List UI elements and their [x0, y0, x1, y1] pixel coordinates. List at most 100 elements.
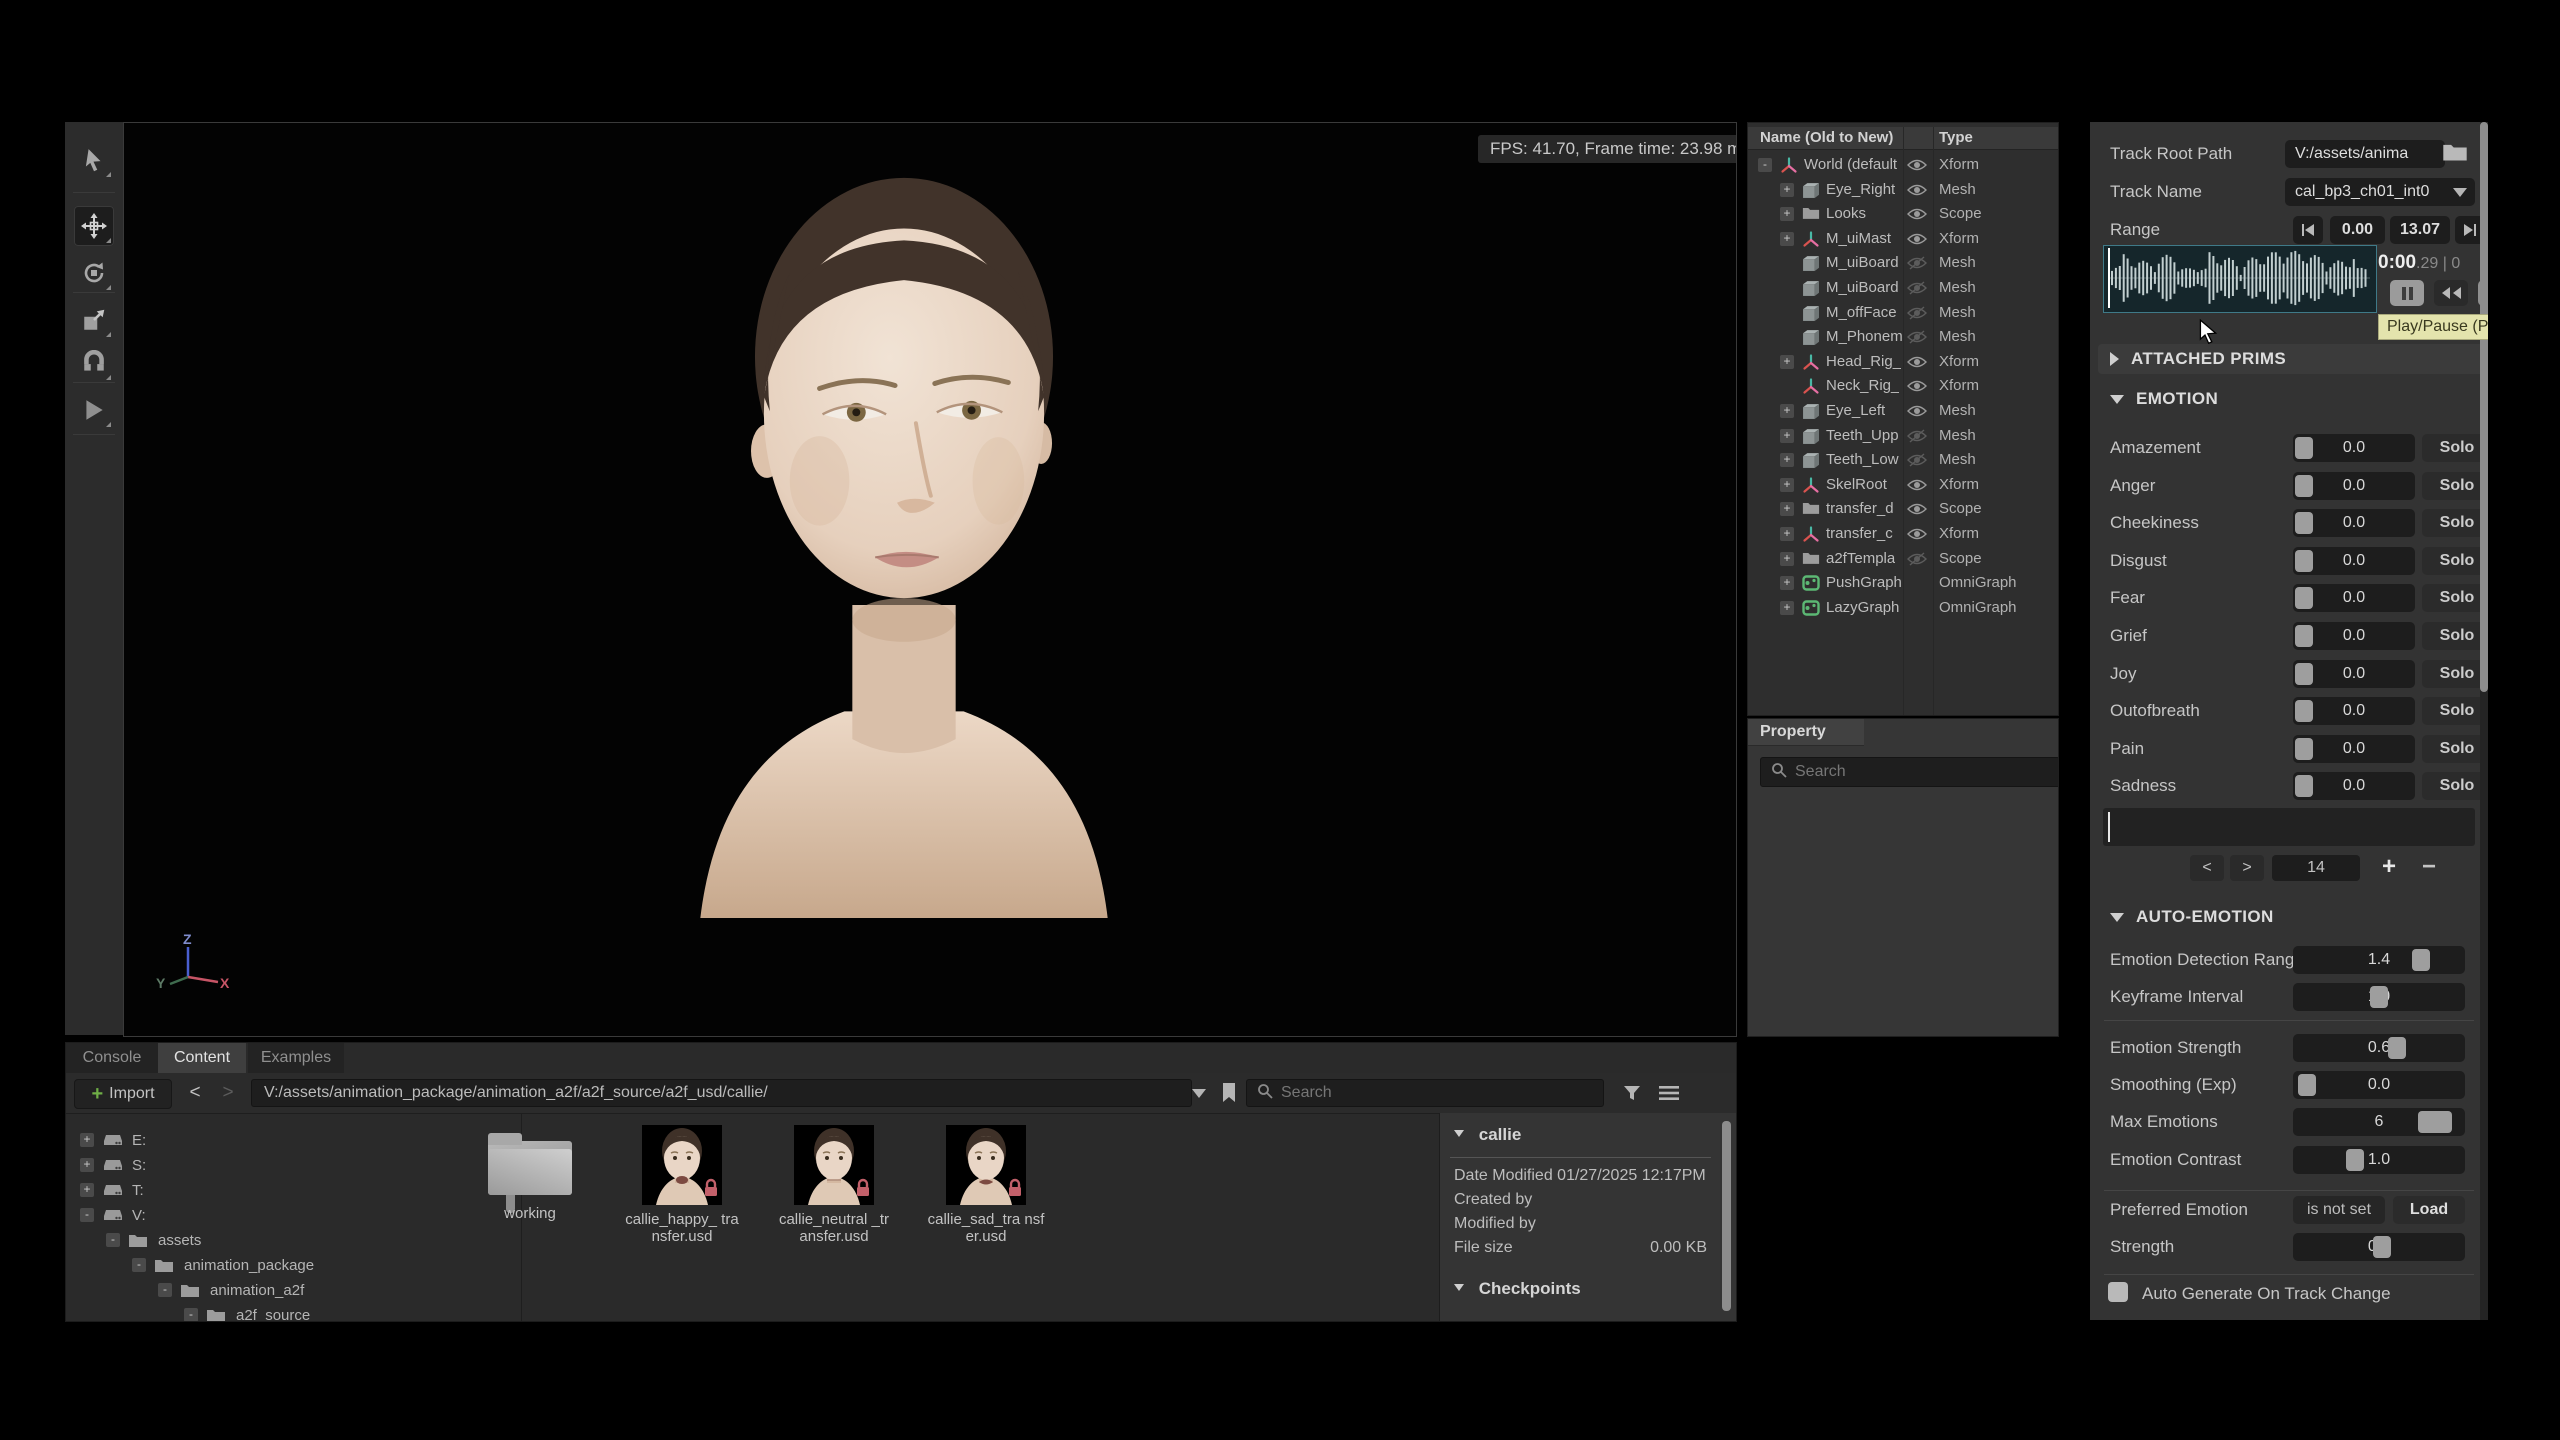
emotion-slider-disgust[interactable]: 0.0: [2293, 547, 2415, 575]
auto-emotion-slider[interactable]: 6: [2293, 1108, 2465, 1136]
stage-tree-row[interactable]: +LazyGraphOmniGraph: [1748, 596, 2058, 620]
content-search-input[interactable]: Search: [1246, 1079, 1604, 1107]
expand-toggle[interactable]: +: [1780, 453, 1794, 467]
tree-item-t[interactable]: +T:: [66, 1179, 521, 1203]
stage-tree-row[interactable]: Neck_Rig_Xform: [1748, 374, 2058, 398]
load-button[interactable]: Load: [2393, 1196, 2465, 1224]
rotate-tool-button[interactable]: [74, 253, 114, 293]
visibility-on-eye-icon[interactable]: [1905, 527, 1929, 545]
stage-column-name[interactable]: Name (Old to New): [1760, 129, 1893, 146]
prim-name[interactable]: M_Phonem: [1826, 328, 1903, 345]
stage-tree-row[interactable]: +PushGraphOmniGraph: [1748, 571, 2058, 595]
tab-examples[interactable]: Examples: [248, 1043, 344, 1073]
list-options-button[interactable]: [1654, 1079, 1684, 1107]
emotion-slider-anger[interactable]: 0.0: [2293, 472, 2415, 500]
visibility-on-eye-icon[interactable]: [1905, 207, 1929, 225]
slider-handle[interactable]: [2295, 587, 2313, 609]
play-tool-button[interactable]: [74, 390, 114, 430]
keyframe-count-field[interactable]: 14: [2272, 855, 2360, 881]
tree-item-v[interactable]: -V:: [66, 1204, 521, 1228]
details-scrollbar[interactable]: [1722, 1121, 1731, 1311]
filter-button[interactable]: [1618, 1079, 1646, 1107]
prim-name[interactable]: Teeth_Low: [1826, 451, 1899, 468]
expand-toggle[interactable]: +: [1780, 429, 1794, 443]
expand-toggle[interactable]: -: [132, 1258, 146, 1272]
stage-tree-row[interactable]: M_uiBoardMesh: [1748, 251, 2058, 275]
prim-name[interactable]: PushGraph: [1826, 574, 1902, 591]
solo-button[interactable]: Solo: [2422, 434, 2488, 462]
slider-handle[interactable]: [2295, 775, 2313, 797]
expand-toggle[interactable]: +: [1780, 601, 1794, 615]
stage-tree-row[interactable]: +a2fTemplaScope: [1748, 547, 2058, 571]
stage-tree-row[interactable]: +Head_Rig_Xform: [1748, 350, 2058, 374]
expand-toggle[interactable]: -: [184, 1308, 198, 1322]
solo-button[interactable]: Solo: [2422, 509, 2488, 537]
expand-toggle[interactable]: +: [1780, 404, 1794, 418]
track-root-path-field[interactable]: V:/assets/anima: [2285, 140, 2445, 168]
prim-name[interactable]: transfer_d: [1826, 500, 1894, 517]
expand-toggle[interactable]: -: [80, 1208, 94, 1222]
visibility-on-eye-icon[interactable]: [1905, 502, 1929, 520]
skip-to-start-button[interactable]: [2293, 216, 2323, 244]
property-search-input[interactable]: Search: [1760, 757, 2059, 787]
file-item-usd[interactable]: callie_sad_tra nsfer.usd: [927, 1125, 1045, 1245]
prim-name[interactable]: M_uiBoard: [1826, 279, 1899, 296]
path-dropdown-button[interactable]: [1186, 1079, 1212, 1107]
visibility-off-eye-icon[interactable]: [1905, 281, 1929, 299]
tree-item-assets[interactable]: -assets: [66, 1229, 521, 1253]
stage-tree-row[interactable]: +transfer_cXform: [1748, 522, 2058, 546]
slider-handle[interactable]: [2373, 1236, 2391, 1258]
solo-button[interactable]: Solo: [2422, 735, 2488, 763]
file-item-usd[interactable]: callie_happy_ transfer.usd: [623, 1125, 741, 1245]
visibility-on-eye-icon[interactable]: [1905, 379, 1929, 397]
prim-name[interactable]: M_uiBoard: [1826, 254, 1899, 271]
emotion-section-header[interactable]: EMOTION: [2098, 384, 2488, 414]
emotion-slider-joy[interactable]: 0.0: [2293, 660, 2415, 688]
tab-content[interactable]: Content: [158, 1043, 246, 1073]
expand-toggle[interactable]: -: [106, 1233, 120, 1247]
slider-handle[interactable]: [2418, 1111, 2452, 1133]
slider-handle[interactable]: [2295, 550, 2313, 572]
emotion-slider-fear[interactable]: 0.0: [2293, 584, 2415, 612]
auto-emotion-section-header[interactable]: AUTO-EMOTION: [2098, 902, 2488, 932]
prim-name[interactable]: SkelRoot: [1826, 476, 1887, 493]
expand-toggle[interactable]: +: [1780, 478, 1794, 492]
tree-item-animationa2f[interactable]: -animation_a2f: [66, 1279, 521, 1303]
expand-toggle[interactable]: +: [1780, 576, 1794, 590]
next-page-button[interactable]: >: [2230, 855, 2264, 881]
expand-toggle[interactable]: +: [1780, 183, 1794, 197]
expand-toggle[interactable]: -: [158, 1283, 172, 1297]
slider-handle[interactable]: [2412, 949, 2430, 971]
stage-tree-row[interactable]: M_uiBoardMesh: [1748, 276, 2058, 300]
details-title-row[interactable]: callie: [1454, 1125, 1707, 1145]
tab-property[interactable]: Property: [1748, 719, 1864, 746]
expand-toggle[interactable]: +: [80, 1183, 94, 1197]
prim-name[interactable]: transfer_c: [1826, 525, 1893, 542]
visibility-off-eye-icon[interactable]: [1905, 256, 1929, 274]
emotion-slider-pain[interactable]: 0.0: [2293, 735, 2415, 763]
visibility-on-eye-icon[interactable]: [1905, 158, 1929, 176]
slider-handle[interactable]: [2295, 663, 2313, 685]
solo-button[interactable]: Solo: [2422, 772, 2488, 800]
solo-button[interactable]: Solo: [2422, 697, 2488, 725]
expand-toggle[interactable]: +: [1780, 232, 1794, 246]
prev-page-button[interactable]: <: [2190, 855, 2224, 881]
visibility-on-eye-icon[interactable]: [1905, 183, 1929, 201]
expand-toggle[interactable]: +: [1780, 502, 1794, 516]
attached-prims-section-header[interactable]: ATTACHED PRIMS: [2098, 344, 2488, 374]
panel-scrollbar[interactable]: [2480, 122, 2488, 692]
tree-item-a2fsource[interactable]: -a2f_source: [66, 1304, 521, 1322]
stage-tree-row[interactable]: +transfer_dScope: [1748, 497, 2058, 521]
solo-button[interactable]: Solo: [2422, 472, 2488, 500]
prim-name[interactable]: Eye_Right: [1826, 181, 1895, 198]
expand-toggle[interactable]: +: [1780, 355, 1794, 369]
slider-handle[interactable]: [2388, 1037, 2406, 1059]
back-button[interactable]: <: [181, 1079, 209, 1107]
snap-tool-button[interactable]: [74, 343, 114, 383]
file-item-folder[interactable]: working: [471, 1125, 589, 1245]
slider-handle[interactable]: [2298, 1074, 2316, 1096]
checkpoints-section-header[interactable]: Checkpoints: [1454, 1279, 1707, 1299]
forward-button[interactable]: >: [214, 1079, 242, 1107]
stage-tree-row[interactable]: +SkelRootXform: [1748, 473, 2058, 497]
character-head-model[interactable]: [669, 153, 1139, 918]
